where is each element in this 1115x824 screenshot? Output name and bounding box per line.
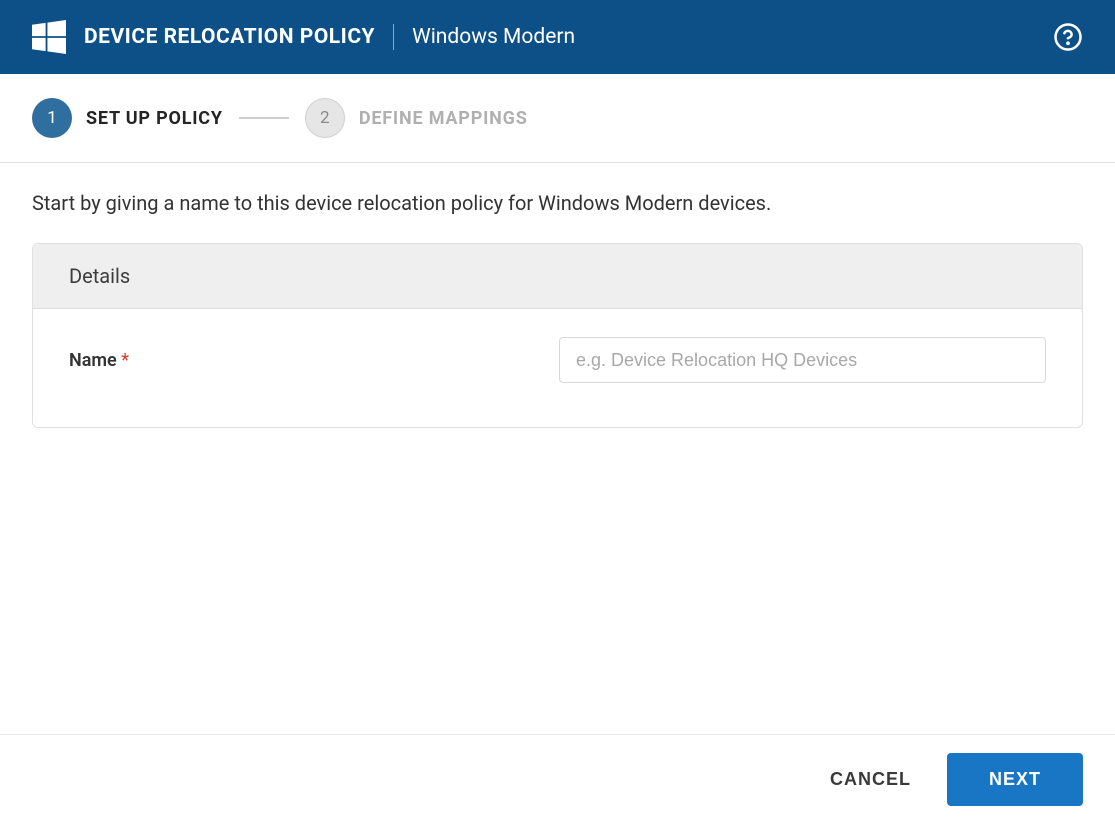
card-header: Details [33, 244, 1082, 309]
step-1-circle: 1 [32, 98, 72, 138]
header-divider [393, 24, 394, 50]
help-icon[interactable] [1053, 22, 1083, 52]
content-area: Start by giving a name to this device re… [0, 163, 1115, 456]
name-label: Name * [69, 350, 559, 371]
details-card: Details Name * [32, 243, 1083, 428]
intro-text: Start by giving a name to this device re… [32, 191, 1083, 215]
step-connector [239, 117, 289, 119]
stepper: 1 SET UP POLICY 2 DEFINE MAPPINGS [0, 74, 1115, 163]
step-2-circle: 2 [305, 98, 345, 138]
step-1-label: SET UP POLICY [86, 108, 223, 129]
footer-bar: CANCEL NEXT [0, 734, 1115, 824]
header-subtitle: Windows Modern [412, 25, 575, 49]
cancel-button[interactable]: CANCEL [824, 759, 917, 800]
header-title: DEVICE RELOCATION POLICY [84, 25, 375, 49]
next-button[interactable]: NEXT [947, 753, 1083, 806]
page-header: DEVICE RELOCATION POLICY Windows Modern [0, 0, 1115, 74]
name-label-text: Name [69, 350, 117, 371]
header-left: DEVICE RELOCATION POLICY Windows Modern [32, 20, 575, 54]
windows-icon [32, 20, 66, 54]
step-2-label: DEFINE MAPPINGS [359, 108, 528, 129]
required-indicator: * [121, 350, 129, 371]
step-2[interactable]: 2 DEFINE MAPPINGS [305, 98, 528, 138]
name-input[interactable] [559, 337, 1046, 383]
card-body: Name * [33, 309, 1082, 427]
step-1[interactable]: 1 SET UP POLICY [32, 98, 223, 138]
